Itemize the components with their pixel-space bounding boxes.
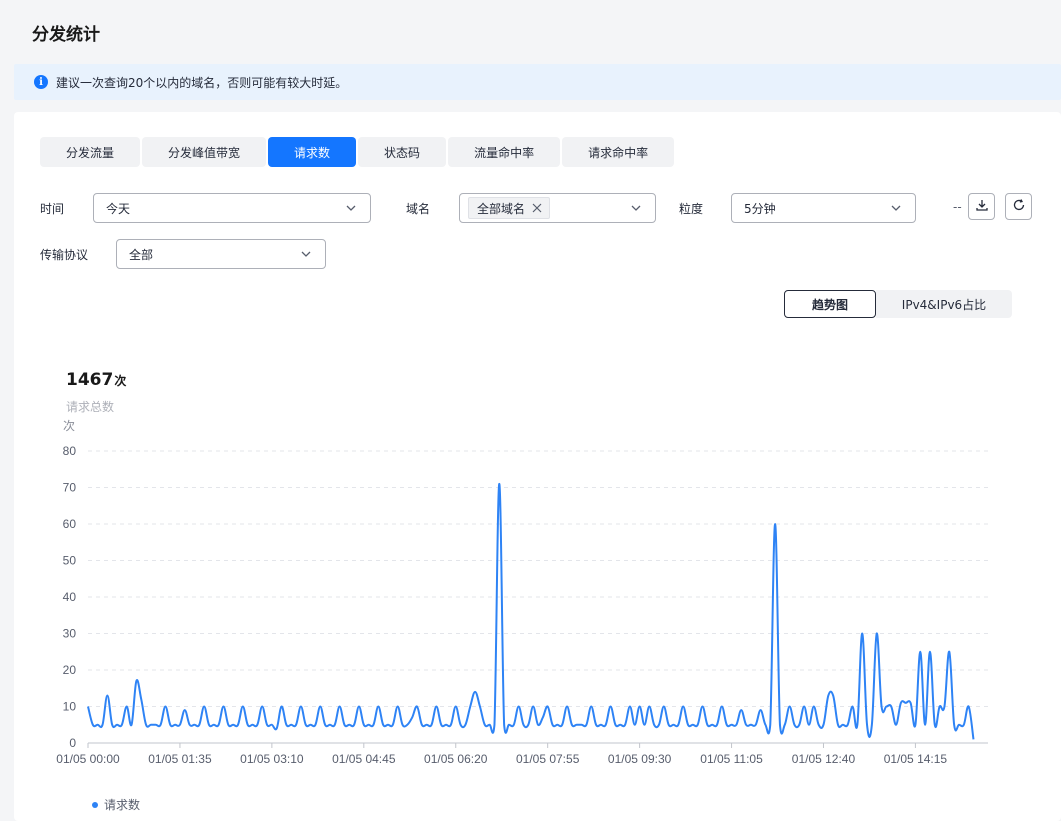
y-axis-label: 次 bbox=[63, 419, 75, 433]
x-tick-label: 01/05 07:55 bbox=[516, 752, 580, 766]
chart-grid bbox=[88, 450, 988, 707]
x-tick-label: 01/05 01:35 bbox=[148, 752, 212, 766]
request-line-chart: 0 10 20 30 40 50 60 70 80 01/05 00:00 01/05 01:35 0… bbox=[56, 419, 988, 766]
y-tick-label: 60 bbox=[63, 517, 77, 531]
series-line-requests[interactable] bbox=[87, 482, 975, 740]
y-tick-label: 20 bbox=[63, 663, 77, 677]
legend-label: 请求数 bbox=[104, 798, 141, 812]
x-tick-label: 01/05 11:05 bbox=[700, 752, 763, 766]
statistics-card: 分发流量 分发峰值带宽 请求数 状态码 流量命中率 请求命中率 时间 今天 域名… bbox=[14, 112, 1061, 821]
legend-dot bbox=[92, 801, 98, 808]
info-icon: i bbox=[34, 75, 48, 89]
y-tick-label: 10 bbox=[63, 700, 77, 714]
chart-legend[interactable]: 请求数 bbox=[92, 796, 140, 813]
x-tick-label: 01/05 12:40 bbox=[792, 752, 856, 766]
y-tick-label: 0 bbox=[69, 736, 76, 750]
x-tick-label: 01/05 03:10 bbox=[240, 752, 304, 766]
x-tick-label: 01/05 14:15 bbox=[884, 752, 948, 766]
y-tick-label: 70 bbox=[63, 481, 77, 495]
notice-text: 建议一次查询20个以内的域名，否则可能有较大时延。 bbox=[56, 75, 348, 90]
page: 分发统计 i 建议一次查询20个以内的域名，否则可能有较大时延。 分发流量 分发… bbox=[0, 0, 1061, 821]
y-tick-label: 40 bbox=[63, 590, 77, 604]
page-title: 分发统计 bbox=[32, 25, 100, 45]
chart-series bbox=[87, 482, 975, 740]
x-tick-label: 01/05 06:20 bbox=[424, 752, 488, 766]
x-tick-label: 01/05 09:30 bbox=[608, 752, 672, 766]
y-tick-label: 50 bbox=[63, 554, 77, 568]
y-tick-label: 80 bbox=[63, 444, 77, 458]
notice-bar: i 建议一次查询20个以内的域名，否则可能有较大时延。 bbox=[14, 64, 1061, 100]
y-tick-label: 30 bbox=[63, 627, 77, 641]
x-tick-label: 01/05 00:00 bbox=[56, 752, 120, 766]
x-tick-label: 01/05 04:45 bbox=[332, 752, 396, 766]
